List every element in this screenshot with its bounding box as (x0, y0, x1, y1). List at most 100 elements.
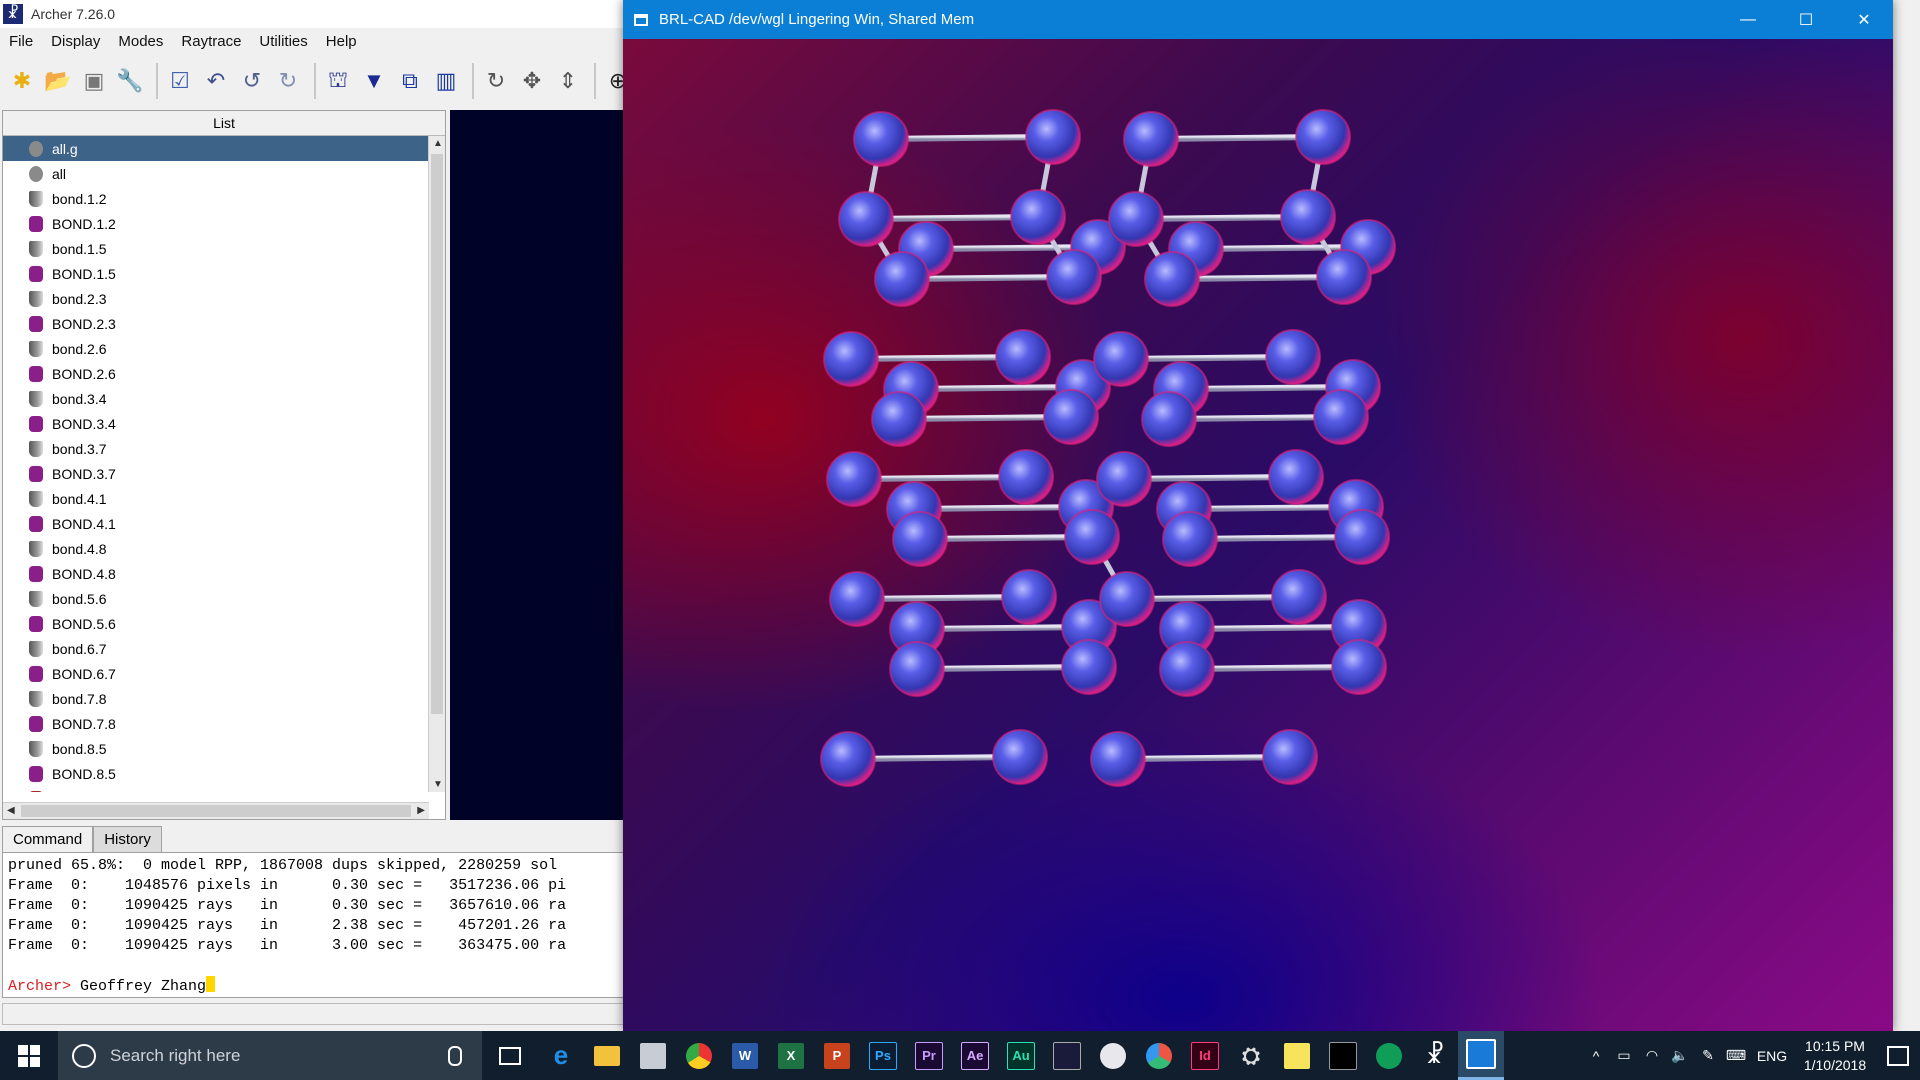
taskbar-satellite[interactable]: ⛭ (1228, 1031, 1274, 1080)
vertical-scrollbar[interactable]: ▲ ▼ (428, 136, 445, 792)
taskbar-archer[interactable]: ☧ (1412, 1031, 1458, 1080)
close-icon[interactable]: ✕ (1835, 0, 1893, 39)
wifi-icon[interactable]: ◠ (1638, 1047, 1666, 1064)
minimize-icon[interactable]: — (1719, 0, 1777, 39)
tab-command[interactable]: Command (2, 826, 94, 852)
taskbar-mail[interactable] (630, 1031, 676, 1080)
scroll-down-icon[interactable]: ▼ (433, 779, 443, 790)
tree-item[interactable]: bond.5.6 (3, 586, 429, 611)
tree-item[interactable]: BOND.4.8 (3, 561, 429, 586)
taskbar-hangouts[interactable] (1366, 1031, 1412, 1080)
command-input[interactable]: Geoffrey Zhang (71, 978, 206, 995)
tree-item[interactable]: BOND.3.7 (3, 461, 429, 486)
view-copy-icon[interactable]: ⧉ (394, 65, 426, 97)
scroll-left-icon[interactable]: ◀ (7, 805, 15, 816)
menu-modes[interactable]: Modes (109, 33, 172, 50)
taskbar-terminal[interactable] (1320, 1031, 1366, 1080)
tree-item[interactable]: BOND.5.6 (3, 611, 429, 636)
taskbar-photoshop[interactable]: Ps (860, 1031, 906, 1080)
new-file-icon[interactable]: ✱ (6, 65, 38, 97)
tree-item[interactable]: bond.1.5 (3, 236, 429, 261)
taskbar-indesign[interactable]: Id (1182, 1031, 1228, 1080)
redo-icon[interactable]: ↻ (272, 65, 304, 97)
menu-help[interactable]: Help (317, 33, 366, 50)
tree-item[interactable]: bond.3.4 (3, 386, 429, 411)
scroll-up-icon[interactable]: ▲ (433, 138, 443, 149)
tree-item[interactable]: cloud.r.bak (3, 786, 429, 792)
action-center-button[interactable] (1876, 1045, 1920, 1066)
taskbar-sticky-notes[interactable] (1274, 1031, 1320, 1080)
cortana-icon[interactable] (72, 1043, 96, 1068)
dropdown-arrow-icon[interactable]: ▼ (358, 65, 390, 97)
task-view-button[interactable] (482, 1046, 538, 1065)
taskbar-edge[interactable]: e (538, 1031, 584, 1080)
revert-icon[interactable]: ↶ (200, 65, 232, 97)
tree-item[interactable]: BOND.1.5 (3, 261, 429, 286)
scrollbar-thumb[interactable] (431, 154, 443, 714)
volume-icon[interactable]: 🔈 (1666, 1047, 1694, 1064)
taskbar-excel[interactable]: X (768, 1031, 814, 1080)
keyboard-icon[interactable]: ⌨ (1722, 1047, 1750, 1064)
tree-item[interactable]: bond.7.8 (3, 686, 429, 711)
tree-item[interactable]: all (3, 161, 429, 186)
taskbar-powerpoint[interactable]: P (814, 1031, 860, 1080)
taskbar-premiere[interactable]: Pr (906, 1031, 952, 1080)
tree-item[interactable]: all.g (3, 136, 429, 161)
taskbar-chrome[interactable] (676, 1031, 722, 1080)
tree-item[interactable]: BOND.4.1 (3, 511, 429, 536)
pen-icon[interactable]: ✎ (1694, 1047, 1722, 1064)
menu-file[interactable]: File (0, 33, 42, 50)
checkpoint-icon[interactable]: ☑ (164, 65, 196, 97)
taskbar-brlcad[interactable] (1458, 1031, 1504, 1080)
tree-item[interactable]: bond.1.2 (3, 186, 429, 211)
preferences-wrench-icon[interactable]: 🔧 (114, 65, 146, 97)
taskbar-after-effects[interactable]: Ae (952, 1031, 998, 1080)
tree-item[interactable]: BOND.6.7 (3, 661, 429, 686)
clock[interactable]: 10:15 PM 1/10/2018 (1794, 1037, 1876, 1075)
save-icon[interactable]: ▣ (78, 65, 110, 97)
undo-icon[interactable]: ↺ (236, 65, 268, 97)
battery-icon[interactable]: ▭ (1610, 1047, 1638, 1064)
scroll-right-icon[interactable]: ▶ (417, 805, 425, 816)
menu-raytrace[interactable]: Raytrace (172, 33, 250, 50)
tree-item[interactable]: bond.6.7 (3, 636, 429, 661)
view-mode-icon[interactable]: ▥ (430, 65, 462, 97)
taskbar-davinci[interactable] (1136, 1031, 1182, 1080)
taskbar-animate[interactable] (1044, 1031, 1090, 1080)
taskbar-audition[interactable]: Au (998, 1031, 1044, 1080)
translate-icon[interactable]: ✥ (516, 65, 548, 97)
language-indicator[interactable]: ENG (1750, 1048, 1794, 1064)
tree-item[interactable]: bond.8.5 (3, 736, 429, 761)
tree-item[interactable]: bond.2.6 (3, 336, 429, 361)
search-box[interactable]: Search right here (58, 1031, 482, 1080)
start-button[interactable] (0, 1031, 58, 1080)
tree-item[interactable]: BOND.2.3 (3, 311, 429, 336)
tree-item[interactable]: BOND.8.5 (3, 761, 429, 786)
open-folder-icon[interactable]: 📂 (42, 65, 74, 97)
atom-sphere (1144, 251, 1200, 307)
tree-item[interactable]: BOND.2.6 (3, 361, 429, 386)
taskbar-word[interactable]: W (722, 1031, 768, 1080)
scrollbar-thumb[interactable] (21, 805, 411, 817)
chevron-up-icon[interactable]: ^ (1582, 1048, 1610, 1064)
tree-item[interactable]: bond.4.8 (3, 536, 429, 561)
maximize-icon[interactable]: ☐ (1777, 0, 1835, 39)
tree-item[interactable]: BOND.7.8 (3, 711, 429, 736)
tree-item[interactable]: BOND.1.2 (3, 211, 429, 236)
menu-display[interactable]: Display (42, 33, 109, 50)
tree-item[interactable]: bond.4.1 (3, 486, 429, 511)
horizontal-scrollbar[interactable]: ◀ ▶ (3, 802, 429, 819)
menu-utilities[interactable]: Utilities (250, 33, 316, 50)
tree-item[interactable]: bond.3.7 (3, 436, 429, 461)
wizard-icon[interactable]: ⛫ (322, 65, 354, 97)
taskbar-file-explorer[interactable] (584, 1031, 630, 1080)
tree-item-label: bond.6.7 (52, 640, 107, 657)
microphone-icon[interactable] (448, 1045, 462, 1066)
tab-history[interactable]: History (93, 826, 162, 852)
tree-item[interactable]: BOND.3.4 (3, 411, 429, 436)
rotate-icon[interactable]: ↻ (480, 65, 512, 97)
tree-item[interactable]: bond.2.3 (3, 286, 429, 311)
search-placeholder[interactable]: Search right here (110, 1046, 448, 1066)
taskbar-paint[interactable] (1090, 1031, 1136, 1080)
scale-icon[interactable]: ⇕ (552, 65, 584, 97)
